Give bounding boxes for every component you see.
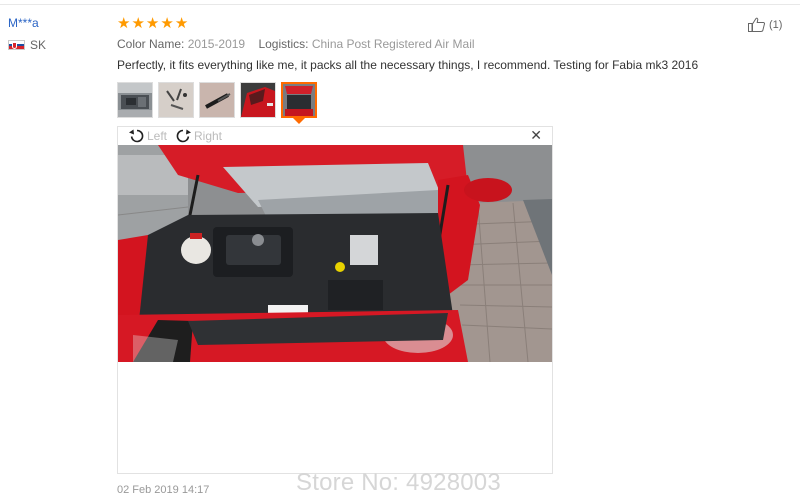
- color-name-value: 2015-2019: [187, 37, 246, 51]
- helpful-button[interactable]: (1): [748, 17, 782, 32]
- slovakia-flag-icon: [8, 40, 25, 50]
- logistics-value: China Post Registered Air Mail: [311, 37, 475, 51]
- reviewer-info: M***a SK: [8, 16, 46, 52]
- logistics-label: Logistics:: [258, 37, 309, 51]
- star-icon: ★: [117, 14, 131, 32]
- thumbnail-2[interactable]: [158, 82, 194, 118]
- rotate-left-icon: [129, 129, 144, 143]
- rotate-left-button[interactable]: Left: [128, 128, 167, 143]
- red-car-thumb: [241, 83, 275, 117]
- car-engine-thumb: [118, 83, 152, 117]
- car-engine-bay-photo: [118, 145, 552, 362]
- thumbnail-5-selected[interactable]: [281, 82, 317, 118]
- thumbnail-4[interactable]: [240, 82, 276, 118]
- star-rating: ★ ★ ★ ★ ★: [117, 14, 737, 32]
- reviewer-name[interactable]: M***a: [8, 16, 46, 30]
- reviewer-country: SK: [8, 38, 46, 52]
- rotate-right-icon: [176, 129, 191, 143]
- star-icon: ★: [131, 14, 145, 32]
- review-text: Perfectly, it fits everything like me, i…: [117, 58, 699, 72]
- rotate-left-label: Left: [147, 128, 168, 143]
- close-icon[interactable]: ✕: [530, 129, 542, 143]
- photo-thumbnails: [117, 82, 317, 118]
- star-icon: ★: [174, 14, 189, 32]
- thumbs-up-icon: [748, 17, 766, 32]
- rotate-right-button[interactable]: Right: [175, 128, 222, 143]
- strut-thumb: [200, 83, 234, 117]
- store-watermark: Store No: 4928003: [296, 469, 501, 496]
- thumbnail-3[interactable]: [199, 82, 235, 118]
- rotate-right-label: Right: [194, 128, 223, 143]
- parts-thumb: [159, 83, 193, 117]
- star-icon: ★: [160, 14, 174, 32]
- engine-bay-thumb: [283, 84, 315, 116]
- review-photo: [118, 145, 552, 362]
- country-code: SK: [30, 38, 47, 52]
- helpful-count: (1): [769, 18, 783, 31]
- viewer-toolbar: Left Right ✕: [118, 127, 552, 146]
- color-name-label: Color Name:: [117, 37, 185, 51]
- star-icon: ★: [145, 14, 160, 32]
- top-divider: [0, 4, 800, 5]
- photo-viewer: Left Right ✕: [117, 126, 553, 474]
- review-body: ★ ★ ★ ★ ★ Color Name: 2015-2019 Logistic…: [117, 14, 737, 73]
- review-date: 02 Feb 2019 14:17: [117, 484, 210, 496]
- thumbnail-1[interactable]: [117, 82, 153, 118]
- order-info: Color Name: 2015-2019 Logistics: China P…: [117, 37, 737, 51]
- selected-thumb-pointer: [293, 118, 305, 124]
